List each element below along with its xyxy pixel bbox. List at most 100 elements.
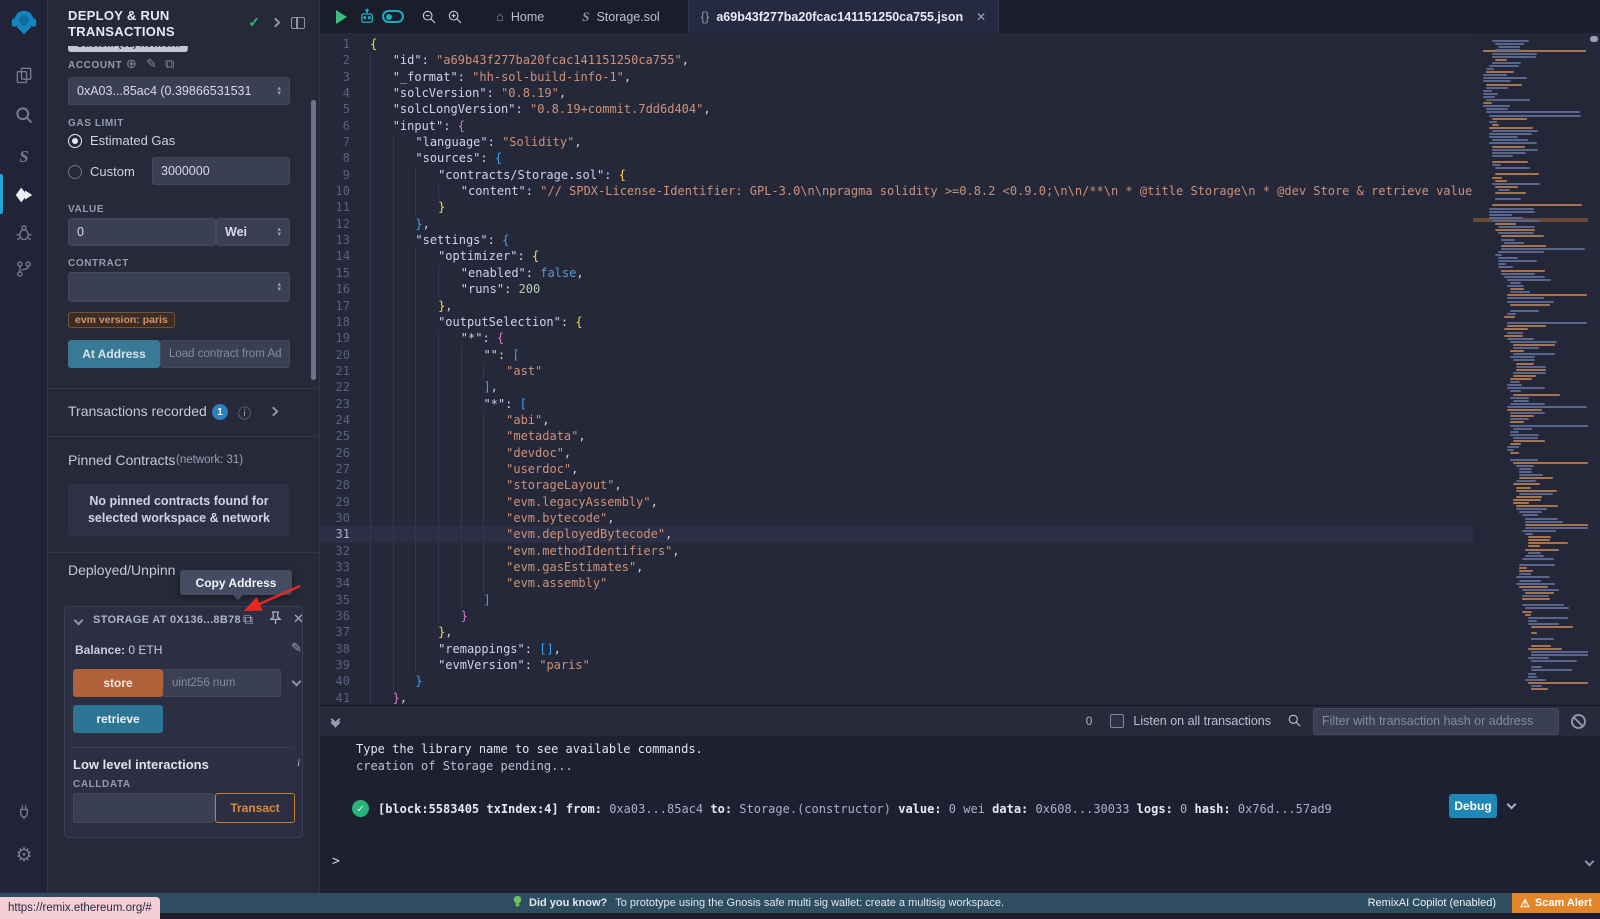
at-address-button[interactable]: At Address (68, 340, 160, 368)
code-line[interactable]: 28 "storageLayout", (320, 477, 1473, 493)
close-tab-icon[interactable]: ✕ (976, 10, 986, 24)
value-unit-select[interactable]: Wei ▴▾ (216, 218, 290, 246)
copilot-status[interactable]: RemixAI Copilot (enabled) (1368, 897, 1496, 909)
code-line[interactable]: 25 "metadata", (320, 428, 1473, 444)
solidity-compiler-icon[interactable]: S (0, 140, 48, 174)
edit-account-icon[interactable]: ✎ (146, 56, 157, 72)
code-line[interactable]: 12 }, (320, 216, 1473, 232)
add-account-icon[interactable]: ⊕ (126, 56, 137, 72)
code-line[interactable]: 4 "solcVersion": "0.8.19", (320, 85, 1473, 101)
terminal-output[interactable]: Type the library name to see available c… (320, 736, 1600, 893)
code-line[interactable]: 20 "": [ (320, 347, 1473, 363)
plugin-manager-icon[interactable] (0, 795, 48, 829)
tab-home[interactable]: ⌂ Home (484, 0, 556, 33)
terminal-prompt[interactable]: > (332, 854, 340, 869)
expand-store-icon[interactable] (292, 677, 302, 687)
code-line[interactable]: 13 "settings": { (320, 232, 1473, 248)
code-line[interactable]: 34 "evm.assembly" (320, 575, 1473, 591)
retrieve-button[interactable]: retrieve (73, 705, 163, 733)
expand-tx-icon[interactable] (1507, 800, 1517, 810)
code-line[interactable]: 27 "userdoc", (320, 461, 1473, 477)
code-line[interactable]: 37 }, (320, 624, 1473, 640)
estimated-gas-radio[interactable] (68, 134, 82, 148)
collapse-contract-icon[interactable] (74, 616, 84, 626)
minimap[interactable] (1473, 33, 1588, 705)
code-content[interactable]: 1{2 "id": "a69b43f277ba20fcac141151250ca… (320, 36, 1473, 706)
code-line[interactable]: 7 "language": "Solidity", (320, 134, 1473, 150)
code-line[interactable]: 41 }, (320, 690, 1473, 706)
code-line[interactable]: 30 "evm.bytecode", (320, 510, 1473, 526)
code-line[interactable]: 5 "solcLongVersion": "0.8.19+commit.7dd6… (320, 101, 1473, 117)
store-arg-input[interactable] (163, 669, 281, 697)
remix-logo-icon[interactable] (0, 6, 48, 40)
code-line[interactable]: 17 }, (320, 298, 1473, 314)
run-script-icon[interactable] (328, 0, 354, 33)
debug-button[interactable]: Debug (1449, 794, 1497, 818)
listen-checkbox[interactable] (1110, 714, 1124, 728)
zoom-out-icon[interactable] (416, 0, 442, 33)
collapse-terminal-icon[interactable] (332, 716, 339, 726)
calldata-input[interactable] (73, 793, 215, 823)
code-line[interactable]: 40 } (320, 673, 1473, 689)
scam-alert-button[interactable]: ⚠ Scam Alert (1512, 893, 1600, 913)
contract-select[interactable]: ▴▾ (68, 272, 290, 302)
code-line[interactable]: 15 "enabled": false, (320, 265, 1473, 281)
account-select[interactable]: 0xA03...85ac4 (0.39866531531 ▴▾ (68, 77, 290, 105)
tx-log-line[interactable]: [block:5583405 txIndex:4] from: 0xa03...… (378, 802, 1332, 816)
code-line[interactable]: 35 ] (320, 592, 1473, 608)
code-line[interactable]: 10 "content": "// SPDX-License-Identifie… (320, 183, 1473, 199)
value-input[interactable] (68, 218, 216, 246)
transact-button[interactable]: Transact (215, 793, 295, 823)
code-line[interactable]: 8 "sources": { (320, 150, 1473, 166)
code-line[interactable]: 32 "evm.methodIdentifiers", (320, 543, 1473, 559)
settings-icon[interactable]: ⚙ (0, 838, 48, 872)
pin-panel-icon[interactable] (291, 17, 305, 29)
store-button[interactable]: store (73, 669, 163, 697)
pin-contract-icon[interactable] (269, 611, 282, 630)
code-line[interactable]: 1{ (320, 36, 1473, 52)
edit-balance-icon[interactable]: ✎ (291, 640, 302, 656)
debugger-icon[interactable] (0, 216, 48, 250)
code-line[interactable]: 29 "evm.legacyAssembly", (320, 494, 1473, 510)
filter-transactions-input[interactable] (1313, 708, 1559, 735)
expand-transactions-icon[interactable] (269, 407, 279, 417)
code-line[interactable]: 24 "abi", (320, 412, 1473, 428)
code-line[interactable]: 14 "optimizer": { (320, 248, 1473, 264)
file-explorer-icon[interactable] (0, 58, 48, 92)
copy-account-icon[interactable]: ⧉ (165, 56, 174, 72)
panel-scrollbar[interactable] (311, 100, 316, 380)
code-line[interactable]: 9 "contracts/Storage.sol": { (320, 167, 1473, 183)
git-icon[interactable] (0, 252, 48, 286)
code-line[interactable]: 3 "_format": "hh-sol-build-info-1", (320, 69, 1473, 85)
remove-contract-icon[interactable]: ✕ (293, 611, 304, 627)
code-line[interactable]: 11 } (320, 199, 1473, 215)
code-line[interactable]: 18 "outputSelection": { (320, 314, 1473, 330)
code-line[interactable]: 16 "runs": 200 (320, 281, 1473, 297)
scroll-to-bottom-icon[interactable] (1585, 857, 1595, 867)
code-line[interactable]: 23 "*": [ (320, 396, 1473, 412)
code-line[interactable]: 2 "id": "a69b43f277ba20fcac141151250ca75… (320, 52, 1473, 68)
deploy-run-icon[interactable] (0, 178, 48, 212)
code-line[interactable]: 26 "devdoc", (320, 445, 1473, 461)
remixai-assistant-icon[interactable] (354, 0, 380, 33)
code-line[interactable]: 6 "input": { (320, 118, 1473, 134)
code-line[interactable]: 39 "evmVersion": "paris" (320, 657, 1473, 673)
copilot-toggle-icon[interactable] (380, 0, 406, 33)
clear-console-icon[interactable] (1571, 714, 1586, 729)
custom-gas-radio[interactable] (68, 165, 82, 179)
code-line[interactable]: 33 "evm.gasEstimates", (320, 559, 1473, 575)
code-line[interactable]: 21 "ast" (320, 363, 1473, 379)
load-contract-input[interactable] (160, 340, 290, 368)
code-line[interactable]: 36 } (320, 608, 1473, 624)
search-icon[interactable] (0, 98, 48, 132)
code-line[interactable]: 38 "remappings": [], (320, 641, 1473, 657)
copy-address-icon[interactable]: ⧉ (243, 611, 253, 628)
low-level-info-icon[interactable]: i (297, 755, 300, 770)
tab-storage-sol[interactable]: S Storage.sol (570, 0, 671, 33)
code-line[interactable]: 19 "*": { (320, 330, 1473, 346)
code-line[interactable]: 31 "evm.deployedBytecode", (320, 526, 1473, 542)
info-icon[interactable]: ⓘ (238, 403, 251, 422)
custom-gas-input[interactable] (152, 157, 290, 185)
editor-scrollbar-thumb[interactable] (1590, 36, 1598, 42)
tab-json-active[interactable]: {} a69b43f277ba20fcac141151250ca755.json… (688, 0, 999, 33)
